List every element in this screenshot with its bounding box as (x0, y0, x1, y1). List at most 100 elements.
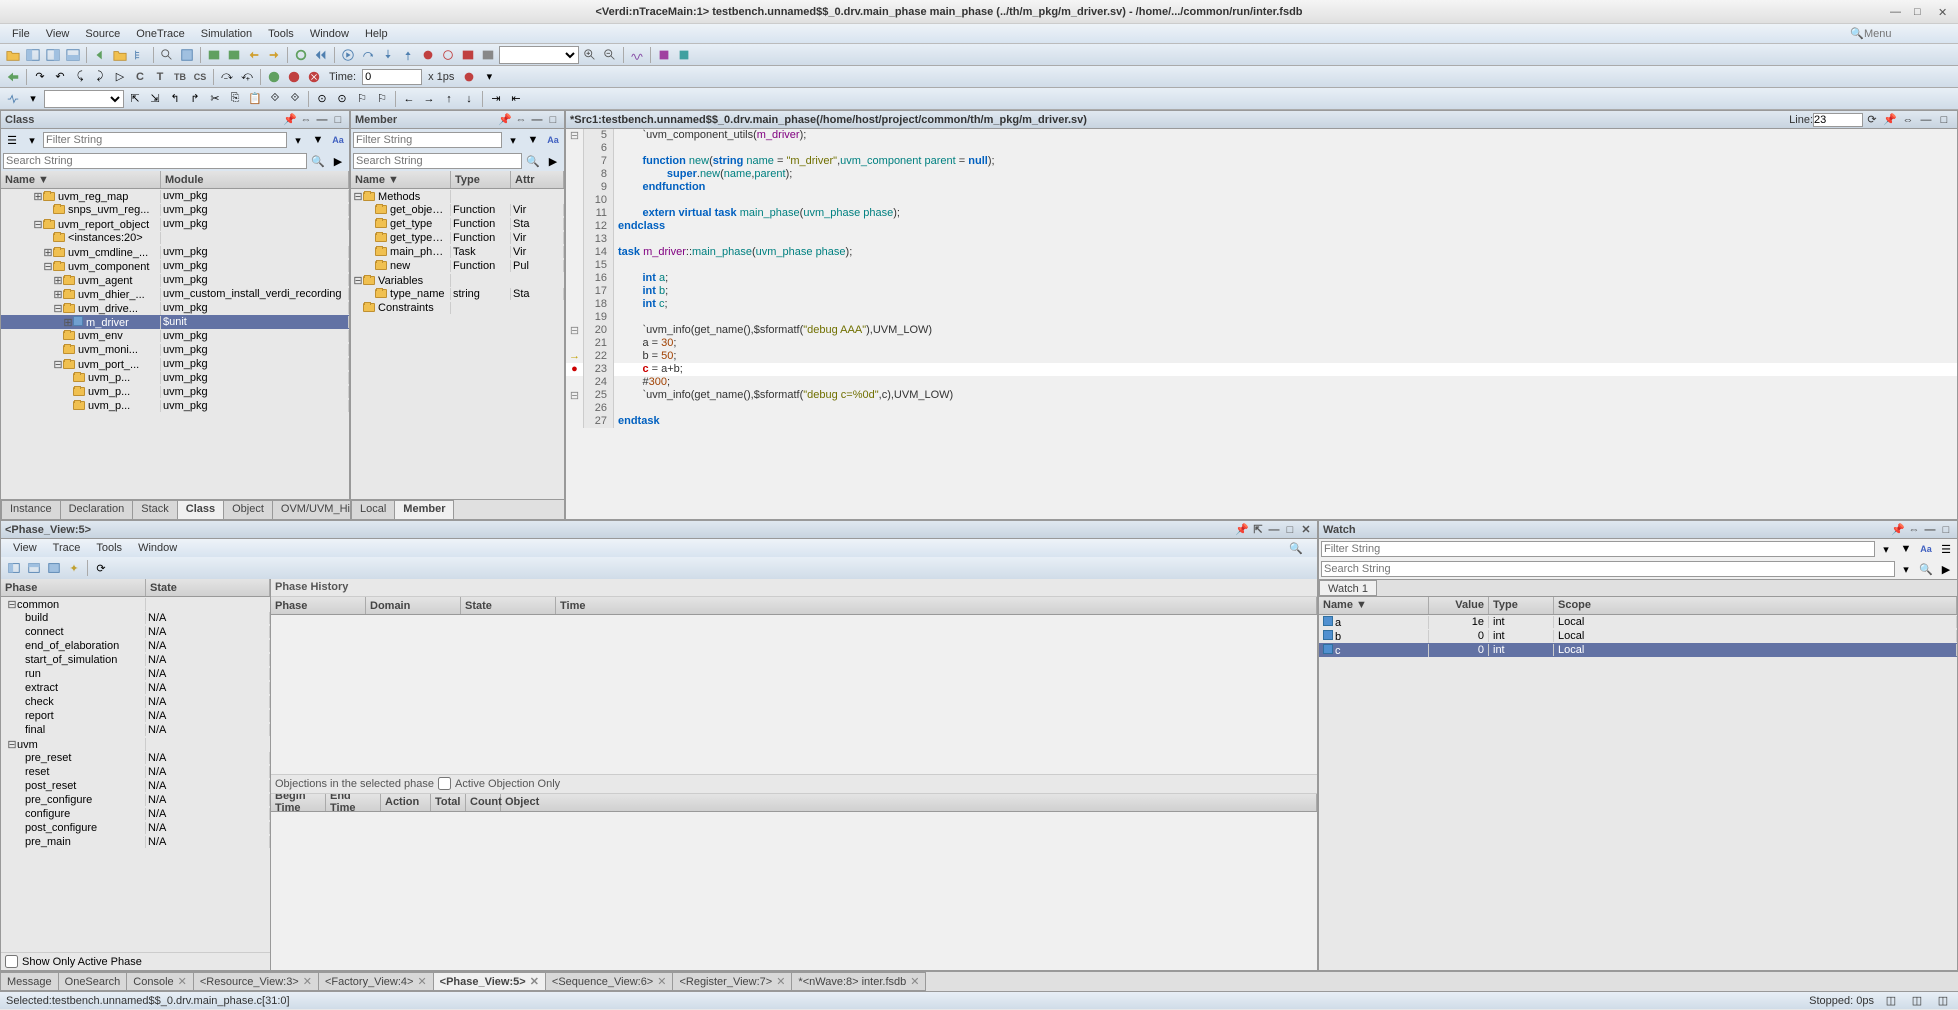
go-icon[interactable] (4, 68, 22, 86)
watch-row[interactable]: b0intLocal (1319, 629, 1957, 643)
layout3-icon[interactable] (64, 46, 82, 64)
tree-icon[interactable] (131, 46, 149, 64)
close-tab-icon[interactable]: ✕ (657, 975, 666, 988)
record-icon[interactable] (460, 68, 478, 86)
tree-row[interactable]: ⊟ uvm_drive...uvm_pkg (1, 301, 349, 315)
phase-menu-view[interactable]: View (5, 540, 45, 556)
phase-layout1-icon[interactable] (5, 559, 23, 577)
watch-filter-dd-icon[interactable]: ▾ (1877, 540, 1895, 558)
pin-icon[interactable]: 📌 (1235, 523, 1249, 537)
dump-icon[interactable] (655, 46, 673, 64)
tree-row[interactable]: get_type_na...FunctionVir (351, 231, 564, 245)
undo-icon[interactable] (245, 46, 263, 64)
tree-row[interactable]: ⊞ uvm_cmdline_...uvm_pkg (1, 245, 349, 259)
pane-tab[interactable]: Local (351, 500, 395, 519)
jump2-icon[interactable]: ↱ (186, 90, 204, 108)
signal-icon[interactable] (4, 90, 22, 108)
tree-row[interactable]: ⊟ Variables (351, 273, 564, 287)
step-in-icon[interactable] (379, 46, 397, 64)
tree-row[interactable]: ⊟ uvm_port_...uvm_pkg (1, 357, 349, 371)
t-over1-icon[interactable]: ⤼ (218, 68, 236, 86)
menu-onetrace[interactable]: OneTrace (128, 26, 193, 42)
tree-row[interactable]: <instances:20> (1, 231, 349, 245)
phase-menu-trace[interactable]: Trace (45, 540, 89, 556)
member-search-icon[interactable]: 🔍 (524, 152, 542, 170)
tree-row[interactable]: buildN/A (1, 611, 270, 625)
member-header-type[interactable]: Type (451, 171, 511, 188)
member-tree[interactable]: Name ▼ Type Attr ⊟ Methods get_object_t.… (351, 171, 564, 499)
step-over-icon[interactable] (359, 46, 377, 64)
link1-icon[interactable]: ⟐ (266, 90, 284, 108)
class-header-name[interactable]: Name ▼ (1, 171, 161, 188)
tree-row[interactable]: uvm_p...uvm_pkg (1, 385, 349, 399)
status-icon2[interactable]: ◫ (1908, 992, 1926, 1010)
arr-right-icon[interactable]: → (420, 90, 438, 108)
dd-icon[interactable]: ▾ (24, 90, 42, 108)
tree-row[interactable]: post_resetN/A (1, 779, 270, 793)
arr-down-icon[interactable]: ↓ (460, 90, 478, 108)
zoom-out-icon[interactable] (601, 46, 619, 64)
src-max-icon[interactable]: □ (1935, 111, 1953, 129)
tree-row[interactable]: snps_uvm_reg...uvm_pkg (1, 203, 349, 217)
phase-layout2-icon[interactable] (25, 559, 43, 577)
layout1-icon[interactable] (24, 46, 42, 64)
bottom-tab[interactable]: Console✕ (126, 972, 194, 991)
tree-row[interactable]: post_configureN/A (1, 821, 270, 835)
tree-row[interactable]: pre_configureN/A (1, 793, 270, 807)
open-icon[interactable] (4, 46, 22, 64)
status-icon1[interactable]: ◫ (1882, 992, 1900, 1010)
watch-search-input[interactable] (1321, 561, 1895, 577)
menu-file[interactable]: File (4, 26, 38, 42)
t-play-icon[interactable]: ▷ (111, 68, 129, 86)
scope2-icon[interactable] (225, 46, 243, 64)
t-stop-icon[interactable] (265, 68, 283, 86)
filter-dd2-icon[interactable]: ▾ (289, 131, 307, 149)
minimize-pane-icon[interactable]: — (530, 113, 544, 127)
pin-icon[interactable]: 📌 (283, 113, 297, 127)
copy-icon[interactable]: ⎘ (226, 90, 244, 108)
bp-clear-icon[interactable] (479, 46, 497, 64)
watch-hdr-scope[interactable]: Scope (1554, 597, 1957, 614)
phase-refresh-icon[interactable]: ⟳ (92, 559, 110, 577)
member-filter-input[interactable] (353, 132, 502, 148)
bottom-tab[interactable]: Message (0, 972, 59, 991)
minimize-pane-icon[interactable]: — (1923, 523, 1937, 537)
detach-icon[interactable]: ⇱ (1251, 523, 1265, 537)
member-filter-apply-icon[interactable]: ▼ (524, 131, 542, 149)
phase-tree[interactable]: Phase State ⊟commonbuildN/AconnectN/Aend… (1, 579, 270, 952)
t-step1-icon[interactable]: ↷ (31, 68, 49, 86)
tree-row[interactable]: ⊞ m_driver$unit (1, 315, 349, 329)
watch-cfg-icon[interactable]: ☰ (1937, 540, 1955, 558)
tree-row[interactable]: connectN/A (1, 625, 270, 639)
status-icon3[interactable]: ◫ (1934, 992, 1952, 1010)
tree-row[interactable]: ⊞ uvm_agentuvm_pkg (1, 273, 349, 287)
close-tab-icon[interactable]: ✕ (530, 975, 539, 988)
tree-row[interactable]: reportN/A (1, 709, 270, 723)
watch-next-icon[interactable]: ▶ (1937, 560, 1955, 578)
class-filter-input[interactable] (43, 132, 287, 148)
maximize-pane-icon[interactable]: □ (1939, 523, 1953, 537)
phase-menu-tools[interactable]: Tools (88, 540, 130, 556)
tree-row[interactable]: ⊟ uvm_report_objectuvm_pkg (1, 217, 349, 231)
tree-row[interactable]: get_typeFunctionSta (351, 217, 564, 231)
src-refresh-icon[interactable]: ⟳ (1863, 111, 1881, 129)
obj-hdr-total[interactable]: Total (431, 794, 466, 811)
tree-row[interactable]: ⊟uvm (1, 737, 270, 751)
t-letter-t-icon[interactable]: T (151, 68, 169, 86)
class-tree[interactable]: Name ▼ Module ⊞ uvm_reg_mapuvm_pkg snps_… (1, 171, 349, 499)
minimize-pane-icon[interactable]: — (315, 113, 329, 127)
tree-row[interactable]: ⊟ Methods (351, 189, 564, 203)
resize-icon[interactable]: ⇔ (514, 113, 528, 127)
bottom-tab[interactable]: <Factory_View:4>✕ (318, 972, 434, 991)
close-tab-icon[interactable]: ✕ (910, 975, 919, 988)
tree-row[interactable]: get_object_t...FunctionVir (351, 203, 564, 217)
tree-row[interactable]: start_of_simulationN/A (1, 653, 270, 667)
menu-source[interactable]: Source (77, 26, 128, 42)
source-body[interactable]: ⊟5 `uvm_component_utils(m_driver);67 fun… (566, 129, 1957, 519)
folder-icon[interactable] (111, 46, 129, 64)
pane-tab[interactable]: Object (223, 500, 273, 519)
tree-row[interactable]: newFunctionPul (351, 259, 564, 273)
bottom-tab[interactable]: OneSearch (58, 972, 128, 991)
obj-hdr-begin[interactable]: Begin Time (271, 794, 326, 811)
minimize-pane-icon[interactable]: — (1267, 523, 1281, 537)
